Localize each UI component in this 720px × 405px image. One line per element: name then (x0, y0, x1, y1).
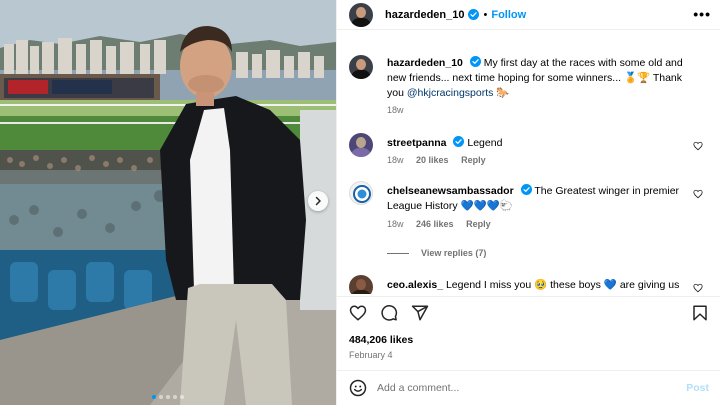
comment-time[interactable]: 18w (387, 155, 404, 165)
caption-end-emoji: 🐎 (496, 87, 510, 99)
comment-text: ceo.alexis_ Legend I miss you 🥹 these bo… (387, 278, 687, 293)
reply-button[interactable]: Reply (461, 155, 486, 165)
caption-meta: 18w (387, 105, 414, 115)
comment-likes[interactable]: 20 likes (416, 155, 449, 165)
verified-badge-icon (453, 136, 465, 147)
comment-emoji-heart: 💙 (603, 279, 617, 291)
reply-button[interactable]: Reply (466, 219, 491, 229)
comment-meta: 18w 20 likes Reply (387, 155, 496, 165)
caption-avatar[interactable] (349, 55, 373, 79)
comment-username[interactable]: streetpanna (387, 137, 447, 149)
carousel-dot (159, 395, 163, 399)
mention-link[interactable]: @hkjcracingsports (407, 87, 494, 99)
carousel-next-button[interactable] (308, 191, 328, 211)
view-replies-label: View replies (7) (421, 248, 487, 258)
caption-text: hazardeden_10 My first day at the races … (387, 56, 687, 101)
comment-emojis: 💙💙💙🐑 (460, 200, 513, 212)
likes-count[interactable]: 484,206 likes (349, 334, 413, 346)
verified-badge-icon (468, 9, 480, 20)
carousel-dot (173, 395, 177, 399)
heart-icon[interactable] (693, 189, 703, 199)
commenter-avatar[interactable] (349, 275, 373, 294)
comment-body-end: are giving us (619, 279, 680, 291)
carousel-dot (152, 395, 156, 399)
bookmark-icon[interactable] (691, 304, 709, 322)
action-bar (337, 296, 720, 328)
heart-icon[interactable] (693, 141, 703, 151)
author-username[interactable]: hazardeden_10 (385, 9, 464, 21)
carousel-dot (166, 395, 170, 399)
comment-username[interactable]: ceo.alexis_ (387, 279, 443, 291)
view-replies-button[interactable]: View replies (7) (387, 248, 486, 258)
comment-emoji: 🥹 (534, 279, 548, 291)
heart-icon[interactable] (349, 304, 367, 322)
comment-body-mid: these boys (550, 279, 601, 291)
post-media[interactable] (0, 0, 336, 405)
post-date[interactable]: February 4 (349, 350, 393, 360)
replies-divider (387, 252, 409, 254)
caption-emojis: 🏅🏆 (623, 72, 651, 84)
verified-badge-icon (520, 184, 532, 195)
comment-text: chelseanewsambassador The Greatest winge… (387, 184, 687, 214)
comment-meta: 18w 246 likes Reply (387, 219, 501, 229)
more-options-icon[interactable]: ••• (693, 7, 711, 21)
author-avatar[interactable] (349, 2, 373, 27)
crest-icon (353, 185, 371, 203)
add-comment-bar: Post (337, 370, 720, 405)
carousel-dot (180, 395, 184, 399)
post-panel: hazardeden_10 • Follow ••• hazardeden_10… (336, 0, 720, 405)
commenter-avatar[interactable] (349, 133, 373, 157)
caption-username[interactable]: hazardeden_10 (387, 57, 463, 69)
comment-icon[interactable] (380, 304, 398, 322)
comments-list[interactable]: hazardeden_10 My first day at the races … (337, 31, 720, 294)
comment-body: Legend I miss you (445, 279, 532, 291)
header-separator: • (483, 8, 488, 21)
comment-username[interactable]: chelseanewsambassador (387, 185, 514, 197)
caption-time[interactable]: 18w (387, 105, 404, 115)
comment-text: streetpanna Legend (387, 136, 687, 151)
share-icon[interactable] (411, 304, 429, 322)
post-header: hazardeden_10 • Follow ••• (337, 0, 720, 30)
commenter-avatar[interactable] (349, 181, 373, 205)
follow-button[interactable]: Follow (491, 9, 526, 21)
comment-body: Legend (467, 137, 503, 149)
comment-likes[interactable]: 246 likes (416, 219, 454, 229)
smiley-icon[interactable] (349, 379, 367, 397)
comment-time[interactable]: 18w (387, 219, 404, 229)
comment-input[interactable] (377, 382, 687, 394)
heart-icon[interactable] (693, 283, 703, 293)
verified-badge-icon (469, 56, 481, 67)
chevron-right-icon (315, 196, 321, 206)
carousel-indicator (0, 395, 336, 399)
post-button[interactable]: Post (686, 382, 709, 394)
post-photo (0, 0, 336, 405)
